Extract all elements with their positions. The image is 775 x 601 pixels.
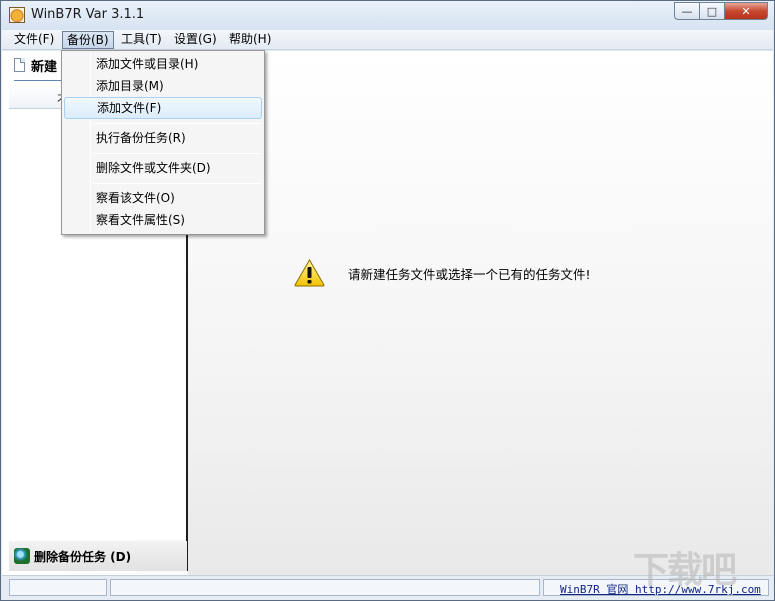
menu-item-view-file[interactable]: 察看该文件(O): [64, 187, 262, 209]
minimize-icon: —: [681, 4, 693, 18]
menu-backup[interactable]: 备份(B): [62, 31, 114, 49]
menu-item-run-backup[interactable]: 执行备份任务(R): [64, 127, 262, 149]
menu-item-add-file[interactable]: 添加文件(F): [64, 97, 262, 119]
menu-item-add-dir[interactable]: 添加目录(M): [64, 75, 262, 97]
close-button[interactable]: ✕: [724, 2, 768, 20]
delete-task-label: 删除备份任务 (D): [34, 549, 132, 564]
new-document-icon: [14, 58, 25, 72]
menu-separator: [93, 183, 261, 184]
menu-bar: 文件(F) 备份(B) 工具(T) 设置(G) 帮助(H): [2, 30, 773, 50]
menu-tools[interactable]: 工具(T): [117, 31, 166, 49]
backup-menu-dropdown: 添加文件或目录(H) 添加目录(M) 添加文件(F) 执行备份任务(R) 删除文…: [61, 50, 265, 235]
menu-item-add-file-or-dir[interactable]: 添加文件或目录(H): [64, 53, 262, 75]
status-panel-1: [9, 579, 107, 596]
menu-help[interactable]: 帮助(H): [225, 31, 275, 49]
main-pane: 请新建任务文件或选择一个已有的任务文件!: [188, 51, 773, 575]
minimize-button[interactable]: —: [674, 2, 700, 20]
menu-separator: [93, 123, 261, 124]
menu-settings[interactable]: 设置(G): [170, 31, 221, 49]
caption-buttons: — □ ✕: [674, 2, 768, 20]
watermark-logo: 下载吧: [633, 550, 737, 591]
delete-task-icon: [14, 548, 30, 564]
app-window: WinB7R Var 3.1.1 — □ ✕ 文件(F) 备份(B) 工具(T)…: [0, 0, 775, 601]
close-icon: ✕: [741, 4, 751, 18]
maximize-button[interactable]: □: [699, 2, 725, 20]
menu-item-file-properties[interactable]: 察看文件属性(S): [64, 209, 262, 231]
menu-separator: [93, 153, 261, 154]
title-bar[interactable]: WinB7R Var 3.1.1 — □ ✕: [1, 1, 774, 30]
window-title: WinB7R Var 3.1.1: [31, 7, 145, 22]
maximize-icon: □: [706, 4, 718, 18]
delete-task-button[interactable]: 删除备份任务 (D): [9, 541, 187, 571]
status-panel-2: [110, 579, 540, 596]
warning-icon: [294, 259, 325, 287]
empty-state-text: 请新建任务文件或选择一个已有的任务文件!: [348, 266, 591, 282]
new-task-label: 新建: [31, 59, 58, 75]
menu-item-delete[interactable]: 删除文件或文件夹(D): [64, 157, 262, 179]
empty-state-message: 请新建任务文件或选择一个已有的任务文件!: [294, 259, 591, 287]
app-icon[interactable]: [9, 7, 25, 23]
new-task-button[interactable]: 新建: [14, 55, 57, 75]
menu-file[interactable]: 文件(F): [10, 31, 58, 49]
